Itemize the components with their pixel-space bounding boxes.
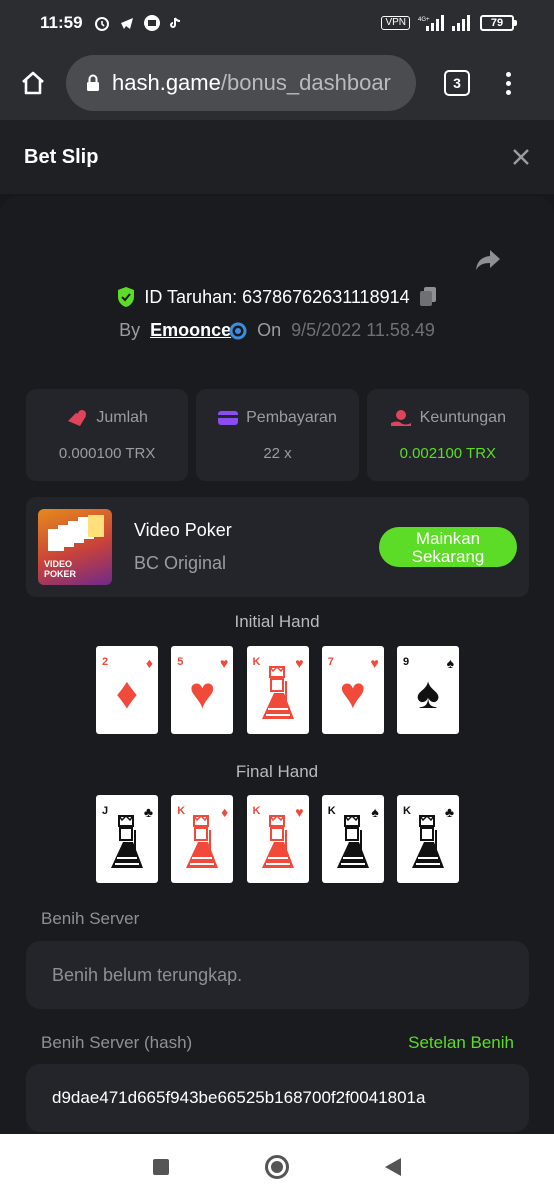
stat-amount: Jumlah 0.000100 TRX <box>26 389 189 481</box>
close-icon <box>513 148 529 165</box>
by-label: By <box>119 320 141 340</box>
game-thumbnail: VIDEO POKER <box>38 509 112 585</box>
signal-icon-2 <box>452 15 470 31</box>
bet-id-row: ID Taruhan: 63786762631118914 <box>0 286 554 308</box>
system-nav-bar <box>0 1134 554 1200</box>
face-card-art <box>247 664 309 724</box>
thumbnail-label: VIDEO POKER <box>44 559 77 579</box>
bet-slip-header: Bet Slip <box>0 120 554 194</box>
face-card-art <box>171 813 233 873</box>
server-seed-field[interactable]: Benih belum terungkap. <box>26 941 529 1009</box>
face-card-art <box>247 813 309 873</box>
tiktok-icon <box>169 17 180 28</box>
bet-detail-panel: ID Taruhan: 63786762631118914 By Emoonce… <box>0 196 554 1136</box>
game-subtitle: BC Original <box>134 553 227 573</box>
bet-slip-title: Bet Slip <box>24 145 99 168</box>
seed-settings-link[interactable]: Setelan Benih <box>408 1033 514 1053</box>
initial-hand-card: 9 ♠ ♠ <box>397 646 459 734</box>
home-nav-button[interactable] <box>265 1155 289 1179</box>
card-pip-icon: ♥ <box>189 669 216 718</box>
stat-payout-value: 22 x <box>263 444 292 462</box>
face-card-art <box>322 813 384 873</box>
server-seed-label: Benih Server <box>41 909 140 928</box>
initial-hand-card: 5 ♥ ♥ <box>171 646 234 734</box>
bet-id: ID Taruhan: 63786762631118914 <box>144 286 410 307</box>
server-seed-hash-label: Benih Server (hash) <box>41 1033 193 1052</box>
user-badge-icon <box>229 322 247 339</box>
profit-icon <box>390 409 411 426</box>
server-seed-hash-field[interactable]: d9dae471d665f943be66525b168700f2f0041801… <box>26 1064 529 1132</box>
card-pip-icon: ♥ <box>339 669 366 718</box>
home-icon <box>22 71 44 95</box>
browser-toolbar: hash.game/bonus_dashboar 3 <box>0 46 554 120</box>
stat-amount-value: 0.000100 TRX <box>58 444 156 462</box>
back-button[interactable] <box>385 1158 401 1176</box>
stat-amount-label: Jumlah <box>96 408 148 426</box>
card-pip-icon: ♦ <box>115 669 139 718</box>
card-pip-icon: ♠ <box>416 669 440 718</box>
bet-stats: Jumlah 0.000100 TRX Pembayaran 22 x Keun… <box>26 389 529 481</box>
verified-shield-icon <box>118 287 135 307</box>
vpn-badge: VPN <box>381 16 410 30</box>
alarm-icon <box>94 17 109 31</box>
status-bar: 11:59 VPN 4G+ 79 <box>0 0 554 46</box>
url-path: /bonus_dashboar <box>220 70 391 95</box>
coins-icon <box>68 409 87 426</box>
browser-menu-button[interactable] <box>506 71 511 95</box>
bet-date: 9/5/2022 11.58.49 <box>291 320 435 340</box>
final-hand-card: K ♥ <box>246 795 309 883</box>
home-button[interactable] <box>0 46 66 120</box>
initial-hand-card: 2 ♦ ♦ <box>96 646 158 734</box>
initial-hand-card: K ♥ <box>246 646 309 734</box>
battery-icon: 79 <box>480 15 517 31</box>
server-seed-hash-value: d9dae471d665f943be66525b168700f2f0041801… <box>52 1088 426 1107</box>
face-card-art <box>397 813 459 873</box>
play-now-button[interactable]: Mainkan Sekarang <box>379 527 517 567</box>
notification-icons <box>93 14 185 32</box>
lock-icon <box>86 74 100 92</box>
game-info: Video Poker BC Original <box>134 520 232 574</box>
signal-icon: 4G+ <box>418 15 444 31</box>
final-hand-title: Final Hand <box>235 762 319 781</box>
stat-payout-label: Pembayaran <box>246 408 337 426</box>
server-seed-placeholder: Benih belum terungkap. <box>52 964 243 985</box>
user-link[interactable]: Emoonce <box>150 320 231 341</box>
final-hand-card: K ♣ <box>397 795 459 883</box>
system-icons: VPN 4G+ 79 <box>381 15 517 31</box>
stat-profit-label: Keuntungan <box>419 408 506 426</box>
initial-hand-card: 7 ♥ ♥ <box>321 646 384 734</box>
copy-icon[interactable] <box>418 286 438 308</box>
svg-text:4G+: 4G+ <box>418 17 430 23</box>
close-button[interactable] <box>512 142 530 173</box>
initial-hand: 2 ♦ ♦ 5 ♥ ♥ K ♥ 7 ♥ ♥ 9 ♠ ♠ <box>96 646 459 734</box>
on-label: On <box>257 320 282 340</box>
card-icon <box>218 410 239 425</box>
url-domain: hash.game <box>112 70 221 95</box>
status-time: 11:59 <box>40 13 83 32</box>
stat-profit-value: 0.002100 TRX <box>399 444 497 462</box>
stat-payout: Pembayaran 22 x <box>196 389 359 481</box>
tab-switcher-button[interactable]: 3 <box>444 70 470 96</box>
share-button[interactable] <box>474 248 502 277</box>
final-hand-card: J ♣ <box>96 795 158 883</box>
face-card-art <box>96 813 158 873</box>
final-hand-card: K ♠ <box>321 795 384 883</box>
recents-button[interactable] <box>153 1159 169 1175</box>
final-hand-card: K ♦ <box>171 795 234 883</box>
bet-author-row: By Emoonce On 9/5/2022 11.58.49 <box>0 320 554 341</box>
game-card: VIDEO POKER Video Poker BC Original Maink… <box>26 497 529 597</box>
telegram-icon <box>120 18 133 29</box>
share-icon <box>476 250 500 270</box>
app-icon <box>143 15 160 31</box>
address-bar[interactable]: hash.game/bonus_dashboar <box>66 55 416 111</box>
game-title: Video Poker <box>134 520 232 540</box>
initial-hand-title: Initial Hand <box>234 612 320 631</box>
final-hand: J ♣ K ♦ K ♥ K ♠ K ♣ <box>96 795 459 883</box>
stat-profit: Keuntungan 0.002100 TRX <box>366 389 529 481</box>
